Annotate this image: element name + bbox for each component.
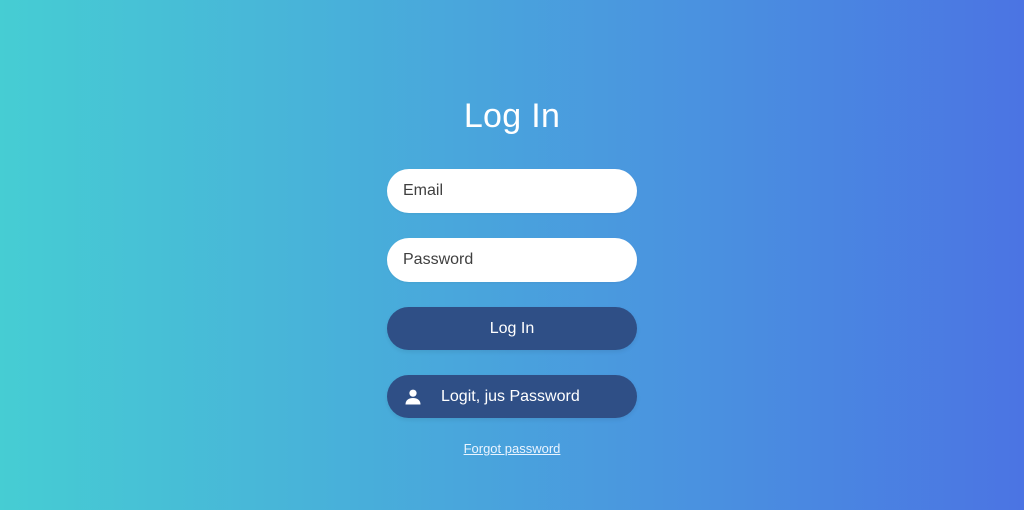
login-button-label: Log In — [489, 319, 535, 337]
password-login-button[interactable]: Logit, jus Password — [387, 375, 637, 418]
page-title: Log In — [463, 97, 561, 135]
password-login-button-label: Logit, jus Password — [441, 387, 580, 405]
login-page: Log In Log In Logit, jus Password Forgot… — [0, 0, 1024, 510]
forgot-password-link[interactable]: Forgot password — [464, 441, 561, 456]
password-input[interactable] — [387, 238, 637, 282]
footer-link-container: Forgot password — [0, 441, 1024, 456]
user-icon — [404, 388, 422, 406]
login-button[interactable]: Log In — [387, 307, 637, 350]
email-input[interactable] — [387, 169, 637, 213]
